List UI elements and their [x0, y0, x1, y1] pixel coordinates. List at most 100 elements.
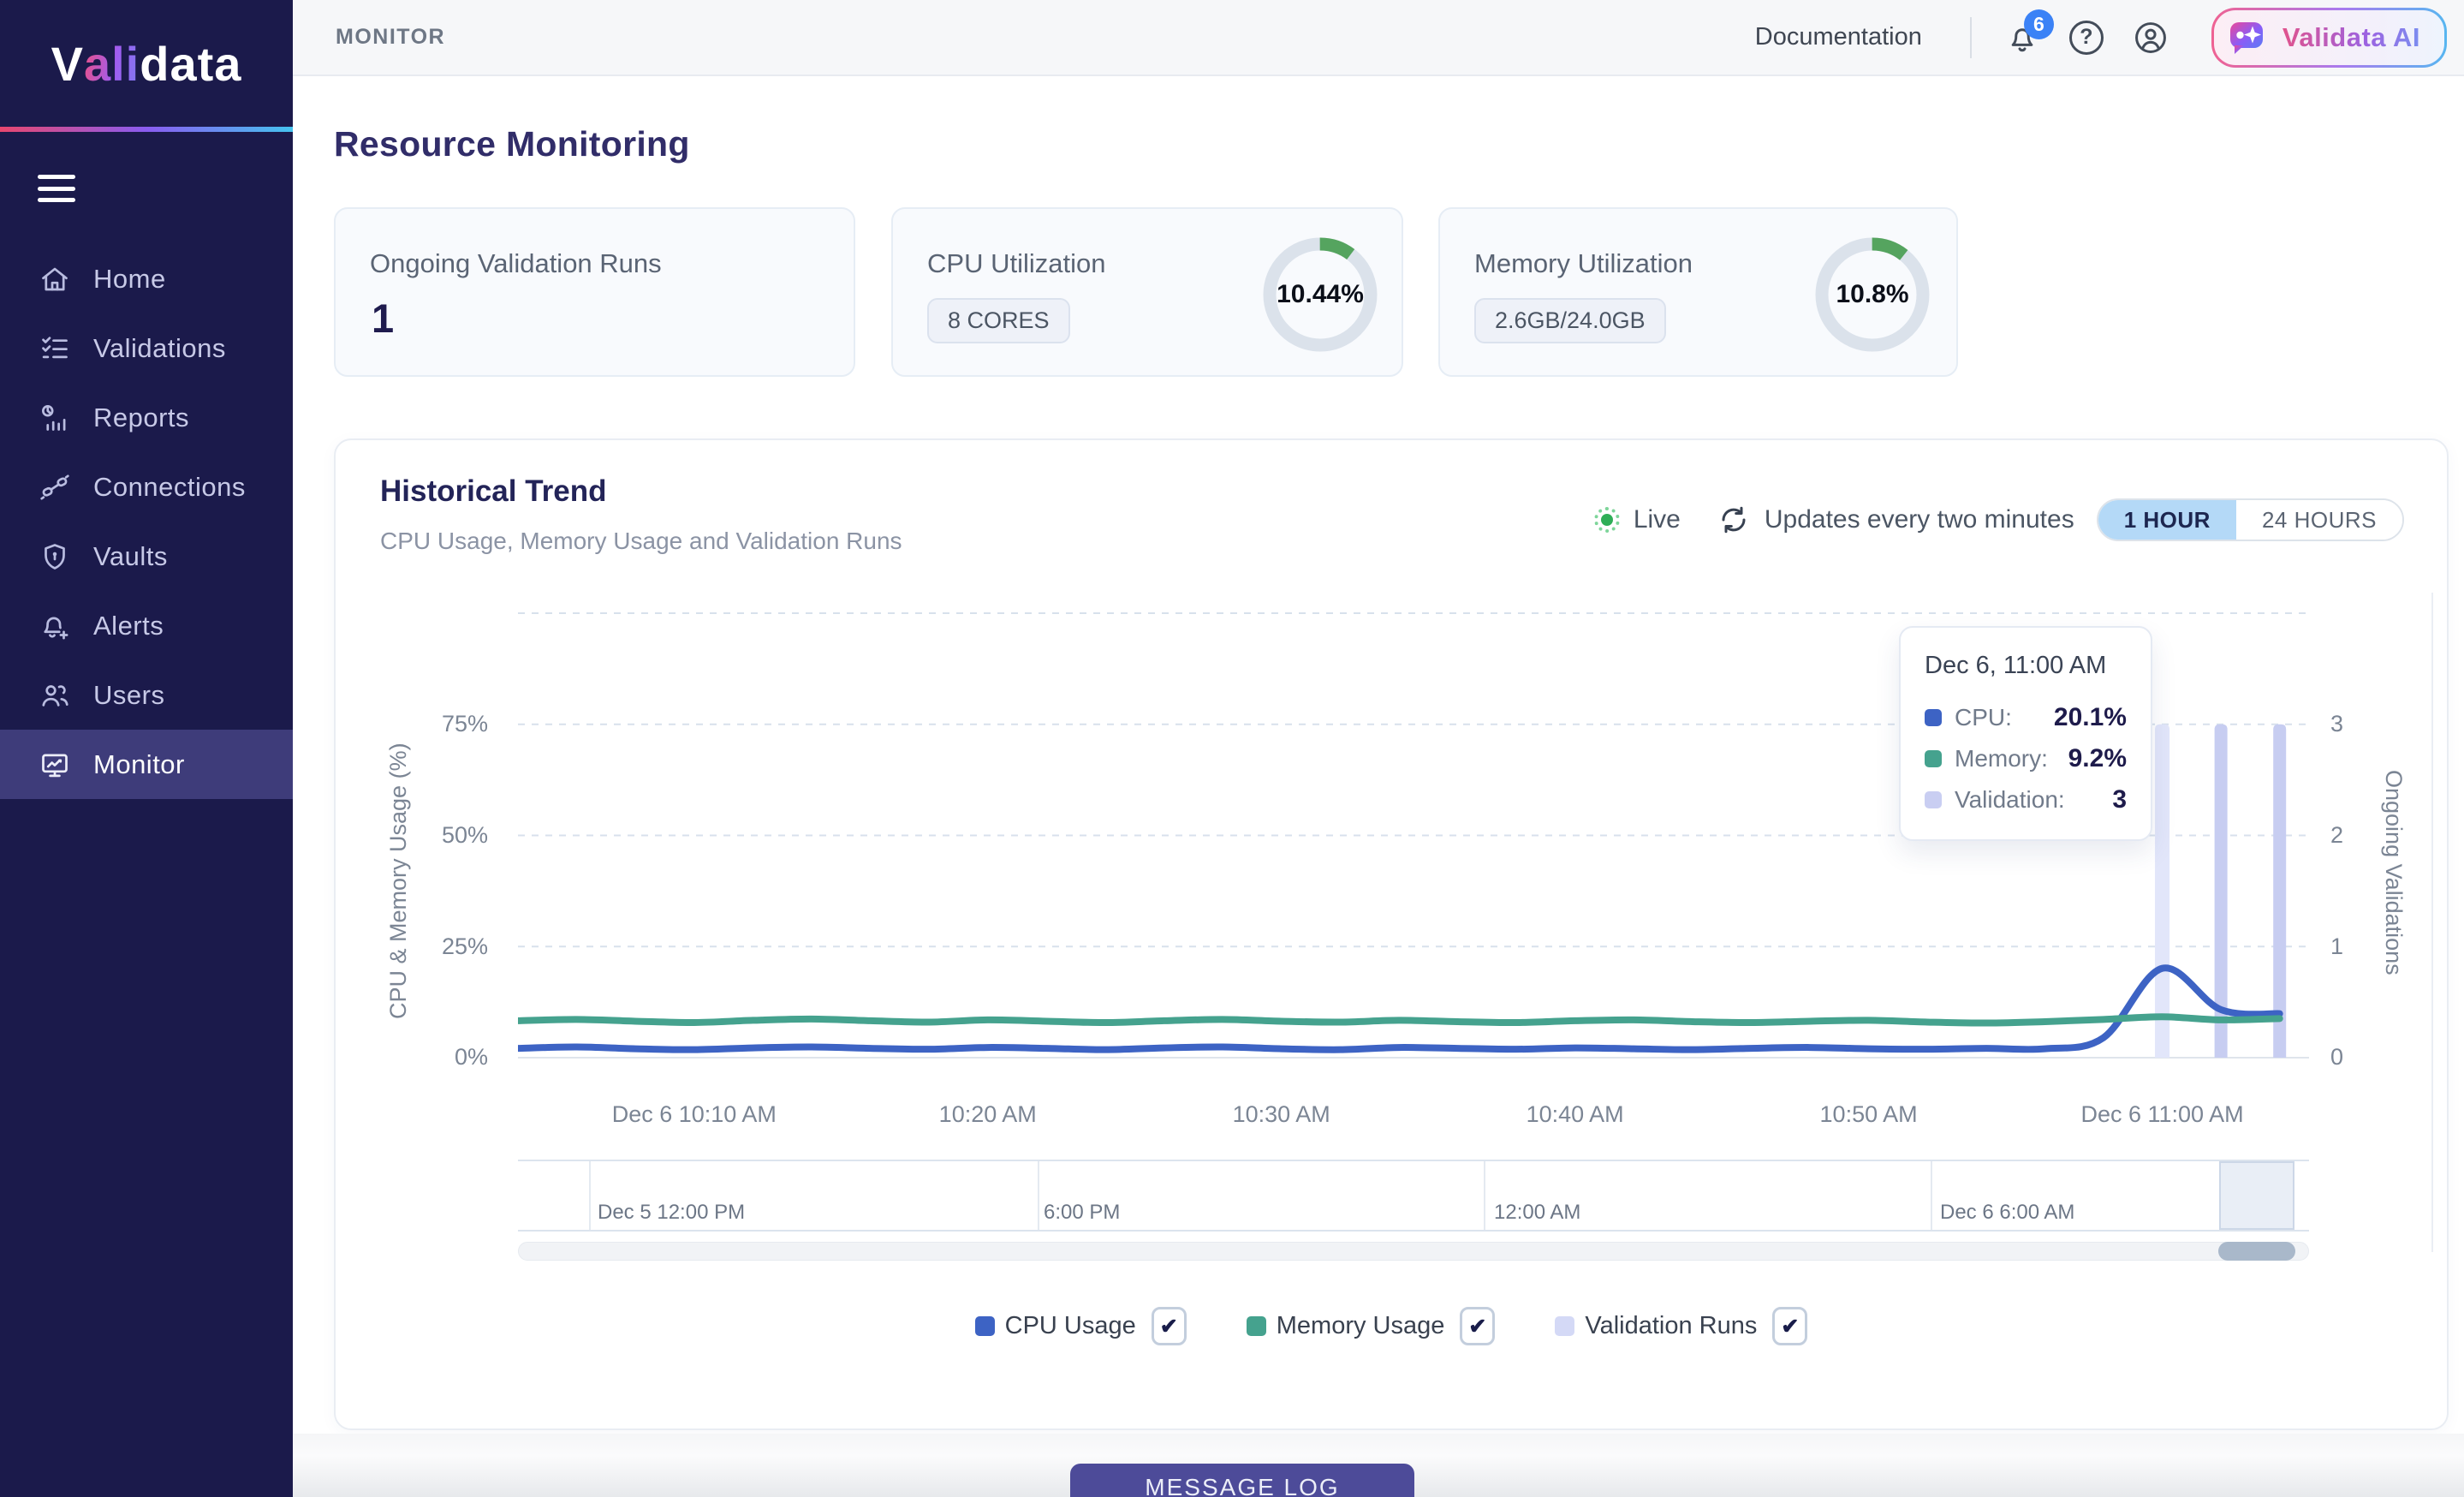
x-tick-label: 10:50 AM	[1820, 1101, 1918, 1127]
check-icon: ✔	[1781, 1314, 1799, 1339]
message-log-button[interactable]: MESSAGE LOG	[1070, 1464, 1414, 1497]
cpu-usage-line	[518, 968, 2280, 1049]
question-icon: ?	[2069, 21, 2104, 55]
brand-logo: Validata	[0, 0, 293, 127]
updates-frequency-label: Updates every two minutes	[1765, 505, 2074, 534]
memory-visibility-checkbox[interactable]: ✔	[1460, 1307, 1495, 1345]
cpu-donut-gauge: 10.44%	[1263, 237, 1378, 352]
cpu-visibility-checkbox[interactable]: ✔	[1152, 1307, 1187, 1345]
chart-scrollbar-thumb[interactable]	[2218, 1242, 2295, 1261]
notifications-button[interactable]: 6	[2004, 20, 2040, 56]
y-left-tick-25: 25%	[411, 933, 488, 960]
validation-legend-swatch	[1555, 1316, 1574, 1336]
y-left-tick-0: 0%	[411, 1044, 488, 1071]
check-icon: ✔	[1160, 1314, 1178, 1339]
card-label: Memory Utilization	[1474, 248, 1693, 279]
x-tick-label: 10:40 AM	[1527, 1101, 1624, 1127]
historical-trend-card: Historical Trend CPU Usage, Memory Usage…	[334, 438, 2449, 1430]
logo-part-ali: ali	[84, 36, 140, 92]
user-icon	[2133, 20, 2169, 56]
card-label: CPU Utilization	[927, 248, 1105, 279]
chart-legend: CPU Usage ✔ Memory Usage ✔ Validation Ru…	[336, 1307, 2447, 1345]
validation-swatch	[1925, 791, 1942, 808]
tooltip-row-memory: Memory: 9.2%	[1925, 738, 2127, 779]
navigator-label-3: 12:00 AM	[1494, 1201, 1580, 1225]
navigator-label-1: Dec 5 12:00 PM	[598, 1201, 745, 1225]
sidebar-item-label: Users	[93, 680, 164, 711]
memory-donut-gauge: 10.8%	[1815, 237, 1930, 352]
check-icon: ✔	[1468, 1314, 1486, 1339]
brand-gradient-divider	[0, 127, 293, 132]
validata-ai-button[interactable]: Validata AI	[2211, 8, 2447, 68]
connections-icon	[39, 472, 70, 503]
sidebar-item-alerts[interactable]: Alerts	[0, 591, 293, 660]
x-tick-label: 10:30 AM	[1233, 1101, 1330, 1127]
sidebar-nav: Home Validations Reports Connections Vau…	[0, 244, 293, 799]
ongoing-runs-value: 1	[372, 295, 394, 342]
card-memory-utilization: Memory Utilization 2.6GB/24.0GB 10.8%	[1438, 207, 1958, 377]
sidebar-item-home[interactable]: Home	[0, 244, 293, 313]
sidebar-item-validations[interactable]: Validations	[0, 313, 293, 383]
checklist-icon	[39, 333, 70, 364]
sidebar-item-monitor[interactable]: Monitor	[0, 730, 293, 799]
chart-scrollbar-track[interactable]	[518, 1242, 2309, 1261]
x-tick-label: Dec 6 11:00 AM	[2080, 1101, 2243, 1127]
account-button[interactable]	[2133, 20, 2169, 56]
bell-plus-icon	[39, 611, 70, 641]
sidebar-item-label: Reports	[93, 403, 189, 433]
main-content: Resource Monitoring Ongoing Validation R…	[293, 76, 2464, 1497]
tooltip-row-cpu: CPU: 20.1%	[1925, 697, 2127, 738]
legend-item-memory: Memory Usage ✔	[1247, 1307, 1496, 1345]
memory-usage-line	[518, 1017, 2280, 1023]
sidebar-item-label: Validations	[93, 333, 226, 364]
range-24-hours-button[interactable]: 24 HOURS	[2236, 500, 2402, 540]
card-cpu-utilization: CPU Utilization 8 CORES 10.44%	[891, 207, 1403, 377]
time-range-toggle: 1 HOUR 24 HOURS	[2097, 498, 2404, 541]
plot-right-edge	[2431, 593, 2433, 1252]
sidebar-item-label: Home	[93, 264, 166, 295]
validation-bar	[2273, 725, 2286, 1058]
validation-visibility-checkbox[interactable]: ✔	[1772, 1307, 1807, 1345]
sidebar: Validata Home Validations Reports Connec…	[0, 0, 293, 1497]
cpu-swatch	[1925, 709, 1942, 726]
refresh-icon	[1718, 504, 1749, 535]
sidebar-item-vaults[interactable]: Vaults	[0, 522, 293, 591]
range-1-hour-button[interactable]: 1 HOUR	[2098, 500, 2236, 540]
time-navigator[interactable]: Dec 5 12:00 PM 6:00 PM 12:00 AM Dec 6 6:…	[518, 1160, 2309, 1232]
y-left-axis-title: CPU & Memory Usage (%)	[385, 697, 412, 1065]
memory-swatch	[1925, 750, 1942, 767]
chart-tooltip: Dec 6, 11:00 AM CPU: 20.1% Memory: 9.2% …	[1899, 626, 2152, 841]
documentation-link[interactable]: Documentation	[1755, 23, 1922, 51]
sidebar-item-label: Vaults	[93, 541, 168, 572]
navigator-label-4: Dec 6 6:00 AM	[1940, 1201, 2074, 1225]
legend-item-cpu: CPU Usage ✔	[975, 1307, 1187, 1345]
memory-percent-value: 10.8%	[1815, 237, 1930, 352]
sidebar-item-label: Connections	[93, 472, 246, 503]
cpu-legend-swatch	[975, 1316, 995, 1336]
page-title: Resource Monitoring	[334, 124, 690, 164]
breadcrumb: MONITOR	[336, 25, 445, 50]
x-tick-label: Dec 6 10:10 AM	[612, 1101, 777, 1127]
help-button[interactable]: ?	[2069, 21, 2104, 55]
app-root: Validata Home Validations Reports Connec…	[0, 0, 2464, 1497]
sidebar-item-reports[interactable]: Reports	[0, 383, 293, 452]
trend-controls: Live Updates every two minutes 1 HOUR 24…	[1594, 498, 2404, 541]
live-indicator-icon	[1594, 507, 1620, 533]
y-right-axis-title: Ongoing Validations	[2380, 684, 2407, 1061]
trend-title: Historical Trend	[380, 474, 607, 509]
tooltip-timestamp: Dec 6, 11:00 AM	[1925, 652, 2127, 680]
memory-legend-swatch	[1247, 1316, 1266, 1336]
ai-chat-sparkle-icon	[2226, 17, 2267, 58]
topbar-divider	[1970, 17, 1972, 58]
sidebar-item-users[interactable]: Users	[0, 660, 293, 730]
menu-toggle-button[interactable]	[38, 171, 75, 206]
live-label: Live	[1634, 505, 1681, 534]
y-left-tick-50: 50%	[411, 822, 488, 849]
navigator-label-2: 6:00 PM	[1044, 1201, 1120, 1225]
report-chart-icon	[39, 403, 70, 433]
logo-part-data: data	[140, 36, 241, 92]
sidebar-item-connections[interactable]: Connections	[0, 452, 293, 522]
navigator-selection-window[interactable]	[2219, 1161, 2294, 1230]
memory-usage-badge: 2.6GB/24.0GB	[1474, 298, 1666, 343]
sidebar-item-label: Alerts	[93, 611, 164, 641]
